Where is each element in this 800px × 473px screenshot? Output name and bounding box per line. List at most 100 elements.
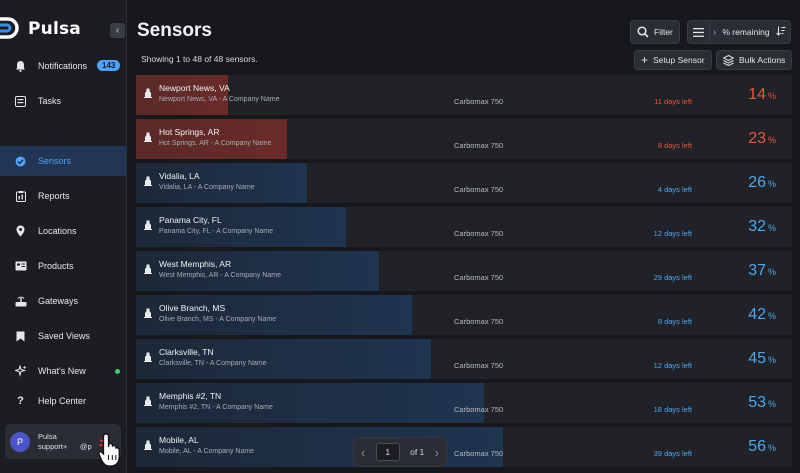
products-icon bbox=[14, 260, 27, 273]
logo[interactable]: Pulsa bbox=[0, 14, 81, 44]
sensor-location: Vidalia, LA - A Company Name bbox=[159, 184, 255, 191]
sensor-location: Olive Branch, MS - A Company Name bbox=[159, 316, 277, 323]
pagination: ‹ 1 of 1 › bbox=[353, 437, 447, 467]
percent-value: 45 bbox=[748, 350, 766, 367]
tasks-icon bbox=[14, 95, 27, 108]
percent-value: 37 bbox=[748, 262, 766, 279]
sensor-model: Carbomax 750 bbox=[454, 405, 504, 414]
sensor-name: Memphis #2, TN bbox=[159, 391, 222, 401]
sidebar-item-label: Locations bbox=[38, 226, 77, 236]
sensor-model: Carbomax 750 bbox=[454, 273, 504, 282]
sensor-list: Newport News, VA Newport News, VA - A Com… bbox=[136, 75, 792, 473]
sensor-row[interactable]: Newport News, VA Newport News, VA - A Com… bbox=[136, 75, 792, 115]
percent-remaining: 53% bbox=[748, 394, 776, 412]
sensor-model: Carbomax 750 bbox=[454, 449, 504, 458]
filter-button[interactable]: Filter bbox=[630, 20, 680, 44]
collapse-sidebar-button[interactable]: ‹ bbox=[110, 23, 125, 38]
percent-value: 23 bbox=[748, 130, 766, 147]
sensor-name: Vidalia, LA bbox=[159, 171, 200, 181]
percent-unit: % bbox=[767, 399, 776, 409]
percent-remaining: 45% bbox=[748, 350, 776, 368]
percent-value: 53 bbox=[748, 394, 766, 411]
chevron-left-icon: ‹ bbox=[115, 25, 120, 36]
tank-icon bbox=[143, 129, 153, 142]
days-left: 39 days left bbox=[653, 449, 692, 458]
sensor-row[interactable]: Mobile, AL Mobile, AL - A Company Name Car… bbox=[136, 427, 792, 467]
chevron-right-icon: › bbox=[713, 26, 717, 38]
sensor-icon bbox=[14, 155, 27, 168]
days-left: 8 days left bbox=[657, 141, 692, 150]
menu-icon bbox=[688, 21, 710, 43]
days-left: 12 days left bbox=[653, 361, 692, 370]
days-left: 12 days left bbox=[653, 229, 692, 238]
sensor-name: Olive Branch, MS bbox=[159, 303, 226, 313]
sidebar-item-label: Gateways bbox=[38, 296, 79, 306]
sidebar-item-label: What's New bbox=[38, 366, 86, 376]
sidebar-item-whats-new[interactable]: What's New bbox=[0, 356, 126, 386]
sensor-row[interactable]: Clarksville, TN Clarksville, TN - A Compa… bbox=[136, 339, 792, 379]
tank-icon bbox=[143, 393, 153, 406]
question-icon: ? bbox=[17, 395, 24, 407]
sensor-location: Clarksville, TN - A Company Name bbox=[159, 360, 267, 367]
setup-sensor-label: Setup Sensor bbox=[653, 55, 705, 65]
sensor-row[interactable]: Panama City, FL Panama City, FL - A Compa… bbox=[136, 207, 792, 247]
percent-unit: % bbox=[767, 135, 776, 145]
sidebar-item-sensors[interactable]: Sensors bbox=[0, 146, 126, 176]
sidebar: Pulsa ‹ Notifications 143 Tasks Sensors … bbox=[0, 0, 127, 473]
sensor-row[interactable]: Hot Springs, AR Hot Springs, AR - A Compa… bbox=[136, 119, 792, 159]
sidebar-item-saved-views[interactable]: Saved Views bbox=[0, 321, 126, 351]
hand-pointer-cursor-icon bbox=[98, 432, 124, 473]
sensor-name: Newport News, VA bbox=[159, 83, 230, 93]
sort-label: % remaining bbox=[722, 27, 770, 37]
sensor-model: Carbomax 750 bbox=[454, 141, 504, 150]
days-left: 18 days left bbox=[653, 405, 692, 414]
tank-icon bbox=[143, 85, 153, 98]
sidebar-item-label: Sensors bbox=[38, 156, 72, 166]
sidebar-item-help-center[interactable]: ? Help Center bbox=[0, 386, 126, 416]
report-icon bbox=[14, 190, 27, 203]
filter-label: Filter bbox=[654, 27, 673, 37]
tank-icon bbox=[143, 261, 153, 274]
previous-page-button[interactable]: ‹ bbox=[361, 445, 365, 460]
sidebar-item-gateways[interactable]: Gateways bbox=[0, 286, 126, 316]
sidebar-item-reports[interactable]: Reports bbox=[0, 181, 126, 211]
sort-control[interactable]: › % remaining bbox=[687, 20, 791, 44]
sidebar-item-products[interactable]: Products bbox=[0, 251, 126, 281]
sidebar-item-tasks[interactable]: Tasks bbox=[0, 86, 126, 116]
setup-sensor-button[interactable]: + Setup Sensor bbox=[634, 50, 712, 70]
sensor-row[interactable]: Olive Branch, MS Olive Branch, MS - A Com… bbox=[136, 295, 792, 335]
days-left: 8 days left bbox=[657, 317, 692, 326]
tank-icon bbox=[143, 437, 153, 450]
pulsa-logo-icon bbox=[0, 15, 28, 43]
sensor-row[interactable]: West Memphis, AR West Memphis, AR - A Com… bbox=[136, 251, 792, 291]
app-name: Pulsa bbox=[28, 19, 81, 39]
page-total: of 1 bbox=[410, 447, 425, 457]
sensor-location: West Memphis, AR - A Company Name bbox=[159, 272, 282, 279]
sensor-model: Carbomax 750 bbox=[454, 185, 504, 194]
bulk-actions-button[interactable]: Bulk Actions bbox=[716, 50, 793, 70]
bulk-actions-label: Bulk Actions bbox=[739, 55, 786, 65]
gateway-icon bbox=[14, 295, 27, 308]
page-number-input[interactable]: 1 bbox=[375, 443, 400, 461]
level-fill-bar bbox=[136, 119, 287, 159]
plus-icon: + bbox=[641, 53, 649, 67]
sensor-model: Carbomax 750 bbox=[454, 317, 504, 326]
sidebar-item-notifications[interactable]: Notifications 143 bbox=[0, 51, 126, 81]
sensor-row[interactable]: Memphis #2, TN Memphis #2, TN - A Company… bbox=[136, 383, 792, 423]
level-fill-bar bbox=[136, 251, 379, 291]
sparkle-icon bbox=[14, 365, 27, 378]
sidebar-item-locations[interactable]: Locations bbox=[0, 216, 126, 246]
percent-unit: % bbox=[767, 267, 776, 277]
days-left: 11 days left bbox=[654, 97, 692, 106]
sensor-row[interactable]: Vidalia, LA Vidalia, LA - A Company Name C… bbox=[136, 163, 792, 203]
bell-icon bbox=[14, 60, 27, 73]
next-page-button[interactable]: › bbox=[435, 445, 439, 460]
percent-remaining: 14% bbox=[748, 86, 776, 104]
sensor-model: Carbomax 750 bbox=[454, 97, 504, 106]
tank-icon bbox=[143, 217, 153, 230]
results-count: Showing 1 to 48 of 48 sensors. bbox=[141, 54, 258, 64]
bookmark-icon bbox=[14, 330, 27, 343]
percent-remaining: 56% bbox=[748, 438, 776, 456]
user-name: Pulsa bbox=[38, 431, 57, 441]
level-fill-bar bbox=[136, 339, 432, 379]
